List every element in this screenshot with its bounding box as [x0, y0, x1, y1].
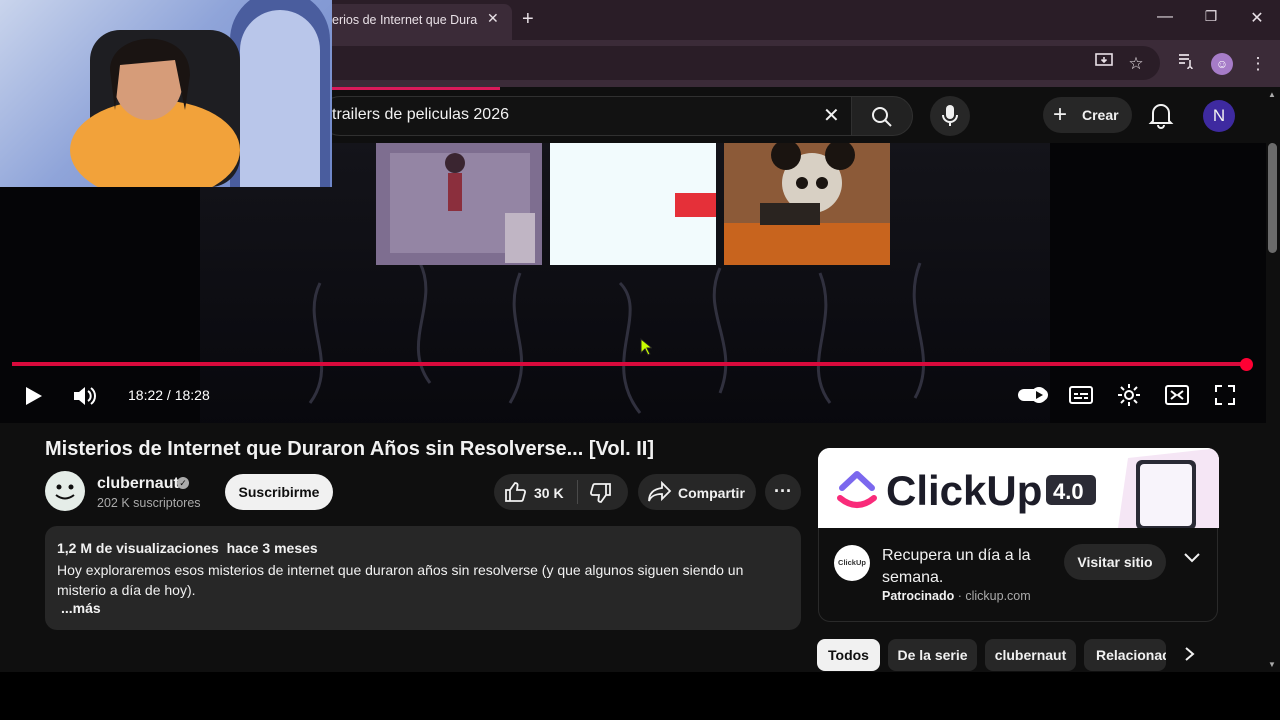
- ad-banner-image[interactable]: ClickUp 4.0: [818, 448, 1219, 528]
- media-queue-icon[interactable]: [1173, 51, 1199, 77]
- plus-icon: +: [1053, 101, 1068, 128]
- subscriber-count: 202 K suscriptores: [97, 496, 201, 510]
- ad-version-badge: 4.0: [1053, 479, 1084, 504]
- notifications-bell-icon[interactable]: [1148, 101, 1174, 129]
- search-button[interactable]: [851, 96, 913, 136]
- subtitles-icon[interactable]: [1069, 386, 1093, 409]
- chip-related[interactable]: Relacionad: [1084, 639, 1166, 671]
- install-app-icon[interactable]: [1091, 51, 1117, 77]
- restore-icon[interactable]: ❐: [1196, 8, 1226, 25]
- channel-avatar[interactable]: [45, 471, 85, 511]
- visit-site-button[interactable]: Visitar sitio: [1064, 544, 1166, 580]
- channel-name[interactable]: clubernaut: [97, 475, 179, 493]
- webcam-overlay: [0, 0, 332, 187]
- create-button[interactable]: + Crear: [1043, 97, 1132, 133]
- clear-search-icon[interactable]: ✕: [823, 103, 840, 128]
- chip-channel[interactable]: clubernaut: [985, 639, 1076, 671]
- progress-bar[interactable]: [12, 362, 1248, 366]
- sponsored-label: Patrocinado: [882, 589, 955, 603]
- scroll-up-icon[interactable]: ▲: [1268, 90, 1276, 99]
- ad-sponsored-line: Patrocinado · clickup.com: [882, 589, 1031, 603]
- settings-gear-icon[interactable]: [1117, 383, 1141, 412]
- like-count[interactable]: 30 K: [534, 485, 564, 501]
- description-text: Hoy exploraremos esos misterios de inter…: [57, 562, 744, 598]
- tab-close-icon[interactable]: ✕: [487, 10, 499, 27]
- bookmark-star-icon[interactable]: ☆: [1123, 51, 1149, 77]
- ad-headline[interactable]: Recupera un día a la semana.: [882, 545, 1052, 589]
- share-arrow-icon: [648, 481, 672, 502]
- like-thumb-icon[interactable]: [504, 481, 526, 508]
- fullscreen-icon[interactable]: [1214, 384, 1236, 411]
- progress-scrubber[interactable]: [1240, 358, 1253, 371]
- autoplay-toggle-icon[interactable]: [1017, 386, 1049, 409]
- close-icon[interactable]: ✕: [1242, 8, 1272, 28]
- view-count-date: 1,2 M de visualizaciones hace 3 meses: [57, 540, 318, 556]
- more-actions-icon[interactable]: ···: [765, 474, 801, 510]
- voice-search-button[interactable]: [930, 96, 970, 136]
- video-title: Misterios de Internet que Duraron Años s…: [45, 438, 655, 460]
- address-bar[interactable]: [300, 46, 1160, 80]
- search-icon: [872, 107, 892, 127]
- chip-todos[interactable]: Todos: [817, 639, 880, 671]
- verified-check-icon: ✓: [177, 477, 189, 489]
- account-avatar[interactable]: N: [1203, 100, 1235, 132]
- play-icon[interactable]: [22, 385, 44, 412]
- mouse-cursor-icon: [640, 337, 654, 361]
- time-display: 18:22 / 18:28: [128, 387, 210, 403]
- like-divider: [577, 480, 578, 504]
- scroll-down-icon[interactable]: ▼: [1268, 660, 1276, 669]
- new-tab-icon[interactable]: +: [522, 8, 534, 31]
- theater-mode-icon[interactable]: [1165, 385, 1189, 410]
- minimize-icon[interactable]: —: [1150, 8, 1180, 26]
- chip-de-la-serie[interactable]: De la serie: [888, 639, 977, 671]
- chevron-right-icon[interactable]: [1184, 646, 1196, 667]
- tab-title: erios de Internet que Duran: [332, 13, 478, 27]
- bottom-black-bar: [0, 672, 1280, 720]
- more-menu-icon[interactable]: ⋮: [1245, 51, 1271, 77]
- dislike-thumb-icon[interactable]: [590, 482, 612, 509]
- create-label: Crear: [1082, 107, 1119, 123]
- description-more-link[interactable]: ...más: [61, 600, 101, 616]
- volume-icon[interactable]: [72, 384, 98, 413]
- subscribe-button[interactable]: Suscribirme: [225, 474, 333, 510]
- extension-profile-icon[interactable]: ☺: [1211, 53, 1233, 75]
- scrollbar-thumb[interactable]: [1268, 143, 1277, 253]
- ad-logo[interactable]: ClickUp: [834, 545, 870, 581]
- ad-domain: clickup.com: [965, 589, 1031, 603]
- chevron-down-icon[interactable]: [1183, 551, 1201, 569]
- search-query[interactable]: trailers de peliculas 2026: [332, 106, 509, 124]
- ad-brand-text: ClickUp: [886, 467, 1042, 514]
- share-label: Compartir: [678, 485, 745, 501]
- microphone-icon: [942, 105, 958, 126]
